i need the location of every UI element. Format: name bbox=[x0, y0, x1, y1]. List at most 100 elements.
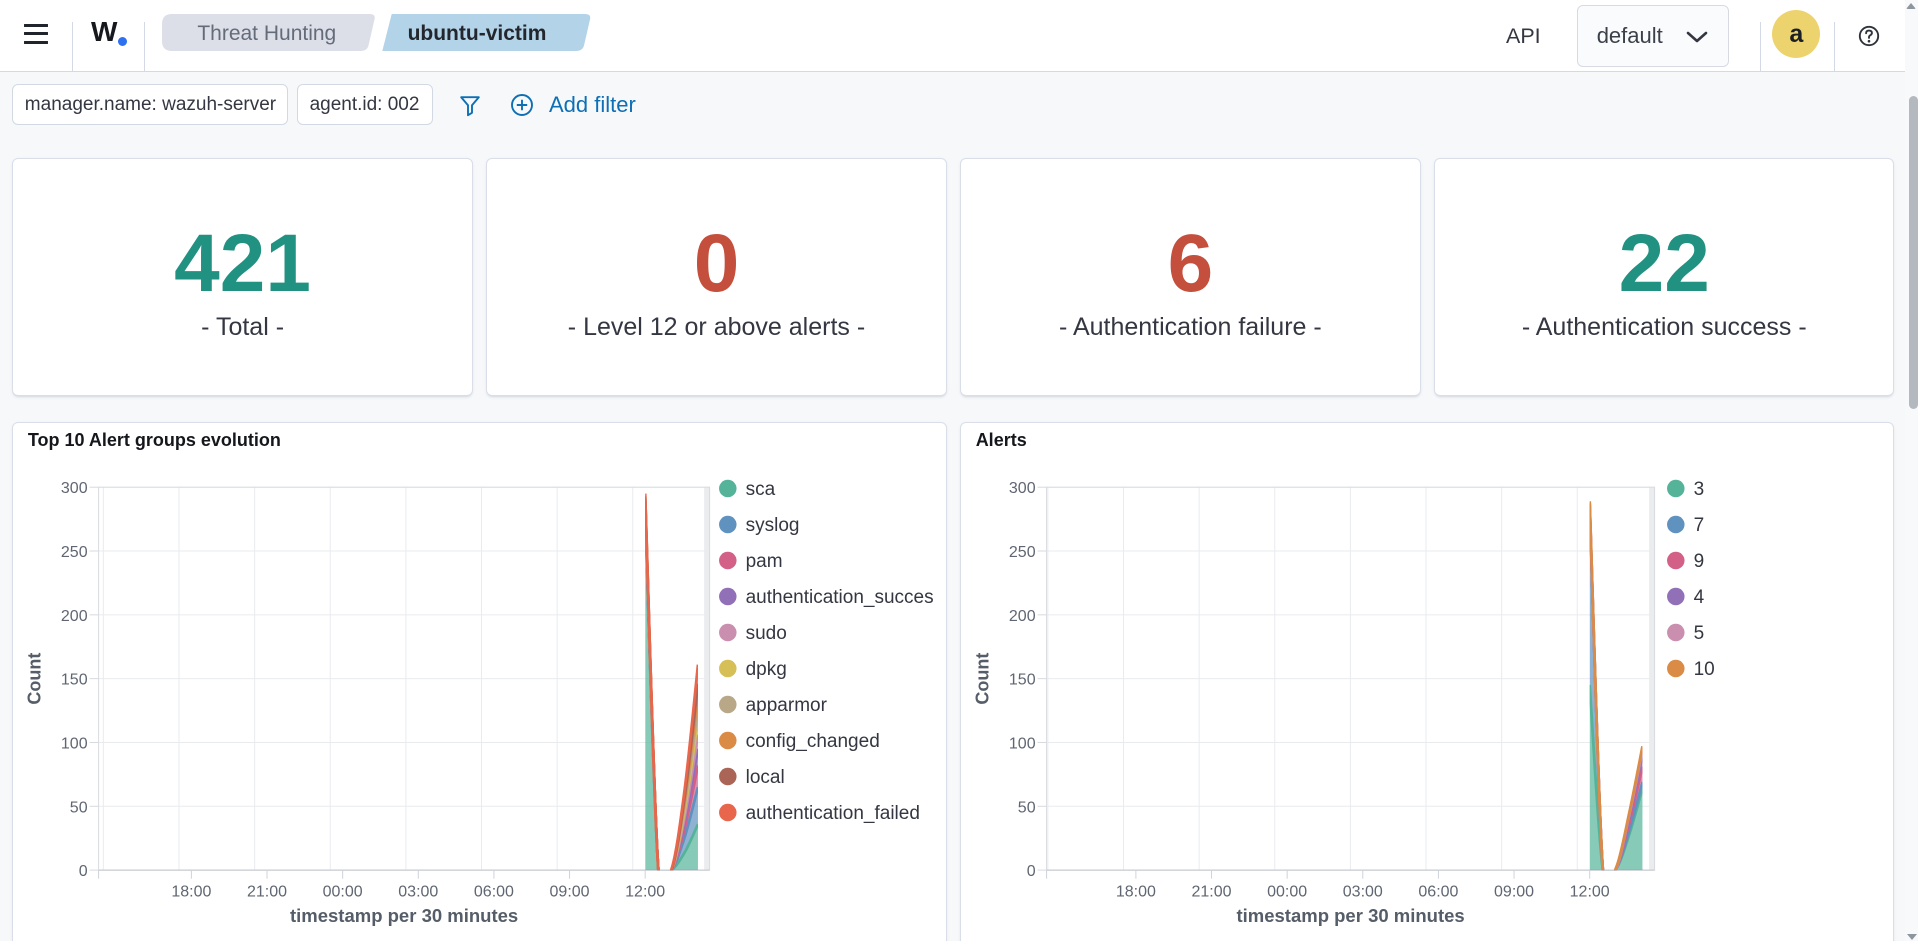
y-axis-tick-label: 100 bbox=[61, 735, 88, 752]
wazuh-logo-dot bbox=[118, 37, 127, 46]
legend-item-sudo[interactable]: sudo bbox=[719, 623, 787, 644]
legend-dot bbox=[719, 623, 737, 641]
x-axis-tick-label: 06:00 bbox=[474, 883, 514, 900]
legend-label: authentication_succes bbox=[746, 587, 934, 608]
stat-value-level12: 0 bbox=[693, 218, 740, 309]
add-filter-button[interactable]: Add filter bbox=[510, 84, 636, 126]
stat-label-level12: - Level 12 or above alerts - bbox=[567, 313, 866, 341]
legend-label: 5 bbox=[1694, 623, 1705, 644]
legend-label: 9 bbox=[1694, 551, 1705, 572]
plus-in-circle-icon bbox=[511, 94, 533, 116]
legend-item-4[interactable]: 4 bbox=[1667, 587, 1705, 608]
legend-dot bbox=[1667, 515, 1685, 533]
stat-value-total: 421 bbox=[174, 218, 311, 309]
legend-item-sca[interactable]: sca bbox=[719, 479, 776, 500]
funnel-icon bbox=[460, 96, 480, 117]
x-axis-tick-label: 09:00 bbox=[550, 883, 590, 900]
legend-dot bbox=[1667, 479, 1685, 497]
breadcrumb-threat-hunting-label[interactable]: Threat Hunting bbox=[197, 22, 336, 45]
header-divider bbox=[1833, 22, 1835, 72]
filter-funnel-button[interactable] bbox=[460, 96, 480, 118]
legend-item-3[interactable]: 3 bbox=[1667, 479, 1704, 500]
legend-dot bbox=[1667, 587, 1685, 605]
legend-dot bbox=[719, 659, 737, 677]
legend-item-7[interactable]: 7 bbox=[1667, 515, 1704, 536]
legend-item-config_changed[interactable]: config_changed bbox=[719, 731, 880, 752]
header-divider bbox=[144, 22, 145, 72]
legend-label: local bbox=[746, 767, 785, 788]
add-filter-label: Add filter bbox=[549, 92, 636, 117]
partial-bucket-band bbox=[1649, 486, 1655, 870]
x-axis-tick-label: 00:00 bbox=[323, 883, 363, 900]
y-axis-tick-label: 250 bbox=[1009, 544, 1036, 561]
legend-item-dpkg[interactable]: dpkg bbox=[719, 659, 787, 680]
legend-dot bbox=[719, 803, 737, 821]
y-axis-title: Count bbox=[25, 652, 45, 704]
panel-alerts: Alerts 0 50 100 150 200 250 300 18:00 21:00 00:00… bbox=[960, 421, 1895, 941]
x-axis-title: timestamp per 30 minutes bbox=[290, 904, 518, 925]
legend-item-syslog[interactable]: syslog bbox=[719, 515, 800, 536]
breadcrumb-ubuntu-victim-label[interactable]: ubuntu-victim bbox=[408, 22, 547, 45]
legend-dot bbox=[719, 731, 737, 749]
x-axis-tick-label: 03:00 bbox=[1343, 883, 1383, 900]
panel-alert-groups-evolution: Top 10 Alert groups evolution 0 50 100 150 2… bbox=[12, 421, 947, 941]
legend-label: 3 bbox=[1694, 479, 1705, 500]
wazuh-logo[interactable]: W bbox=[91, 16, 137, 50]
api-select[interactable]: default bbox=[1576, 4, 1729, 67]
y-axis-tick-label: 250 bbox=[61, 544, 88, 561]
x-axis-tick-label: 06:00 bbox=[1419, 883, 1459, 900]
page-scrollbar[interactable] bbox=[1905, 0, 1918, 941]
y-axis-tick-label: 150 bbox=[1009, 671, 1036, 688]
x-axis-tick-label: 12:00 bbox=[1570, 883, 1610, 900]
header-divider bbox=[1760, 22, 1761, 72]
scrollbar-up-arrow-icon[interactable] bbox=[1906, 3, 1916, 9]
filter-pill-manager-name[interactable]: manager.name: wazuh-server bbox=[11, 84, 289, 126]
x-axis-tick-label: 21:00 bbox=[1192, 883, 1232, 900]
y-axis-tick-label: 0 bbox=[1027, 863, 1036, 880]
y-axis-tick-label: 100 bbox=[1009, 735, 1036, 752]
y-axis-tick-label: 0 bbox=[79, 863, 88, 880]
y-axis-tick-label: 50 bbox=[1018, 799, 1036, 816]
x-axis-tick-label: 00:00 bbox=[1267, 883, 1307, 900]
scrollbar-down-arrow-icon[interactable] bbox=[1907, 934, 1917, 940]
avatar-initial: a bbox=[1789, 20, 1804, 48]
legend-item-pam[interactable]: pam bbox=[719, 551, 783, 572]
y-axis-tick-label: 200 bbox=[61, 608, 88, 625]
legend-item-5[interactable]: 5 bbox=[1667, 623, 1704, 644]
x-axis-tick-label: 12:00 bbox=[626, 883, 666, 900]
legend-item-authentication_succes[interactable]: authentication_succes bbox=[719, 587, 934, 608]
legend-item-local[interactable]: local bbox=[719, 767, 785, 788]
x-axis-tick-label: 09:00 bbox=[1494, 883, 1534, 900]
x-axis-tick-label: 18:00 bbox=[1116, 883, 1156, 900]
y-axis-tick-label: 300 bbox=[61, 480, 88, 497]
legend-item-authentication_failed[interactable]: authentication_failed bbox=[719, 803, 920, 824]
legend-dot bbox=[1667, 623, 1685, 641]
legend-label: 7 bbox=[1694, 515, 1705, 536]
legend-dot bbox=[719, 551, 737, 569]
help-icon bbox=[1858, 25, 1880, 47]
legend-label: config_changed bbox=[746, 731, 880, 752]
scrollbar-thumb[interactable] bbox=[1909, 96, 1918, 409]
y-axis-tick-label: 150 bbox=[61, 671, 88, 688]
api-select-value: default bbox=[1596, 22, 1663, 48]
stat-value-auth-success: 22 bbox=[1618, 218, 1710, 309]
legend-dot bbox=[719, 767, 737, 785]
stat-card-total: 421 - Total - bbox=[12, 158, 473, 396]
legend-dot bbox=[719, 479, 737, 497]
filter-pill-agent-id[interactable]: agent.id: 002 bbox=[296, 84, 433, 126]
legend-label: 4 bbox=[1694, 587, 1705, 608]
avatar[interactable]: a bbox=[1772, 10, 1821, 58]
legend-item-9[interactable]: 9 bbox=[1667, 551, 1704, 572]
legend-label: pam bbox=[746, 551, 783, 572]
legend-item-10[interactable]: 10 bbox=[1667, 659, 1715, 680]
stat-card-auth-success: 22 - Authentication success - bbox=[1434, 158, 1895, 396]
header-divider bbox=[71, 22, 73, 72]
stat-label-auth-failure: - Authentication failure - bbox=[1059, 313, 1322, 341]
alert-groups-evolution-chart: 0 50 100 150 200 250 300 18:00 21:00 00:00 03:00 06… bbox=[13, 423, 947, 941]
help-button[interactable] bbox=[1853, 20, 1885, 52]
legend-dot bbox=[1667, 551, 1685, 569]
legend-item-apparmor[interactable]: apparmor bbox=[719, 695, 828, 716]
top-header: W Threat Hunting ubuntu-victim API defau… bbox=[0, 0, 1905, 72]
stat-value-auth-failure: 6 bbox=[1167, 218, 1214, 309]
menu-icon[interactable] bbox=[24, 23, 48, 45]
